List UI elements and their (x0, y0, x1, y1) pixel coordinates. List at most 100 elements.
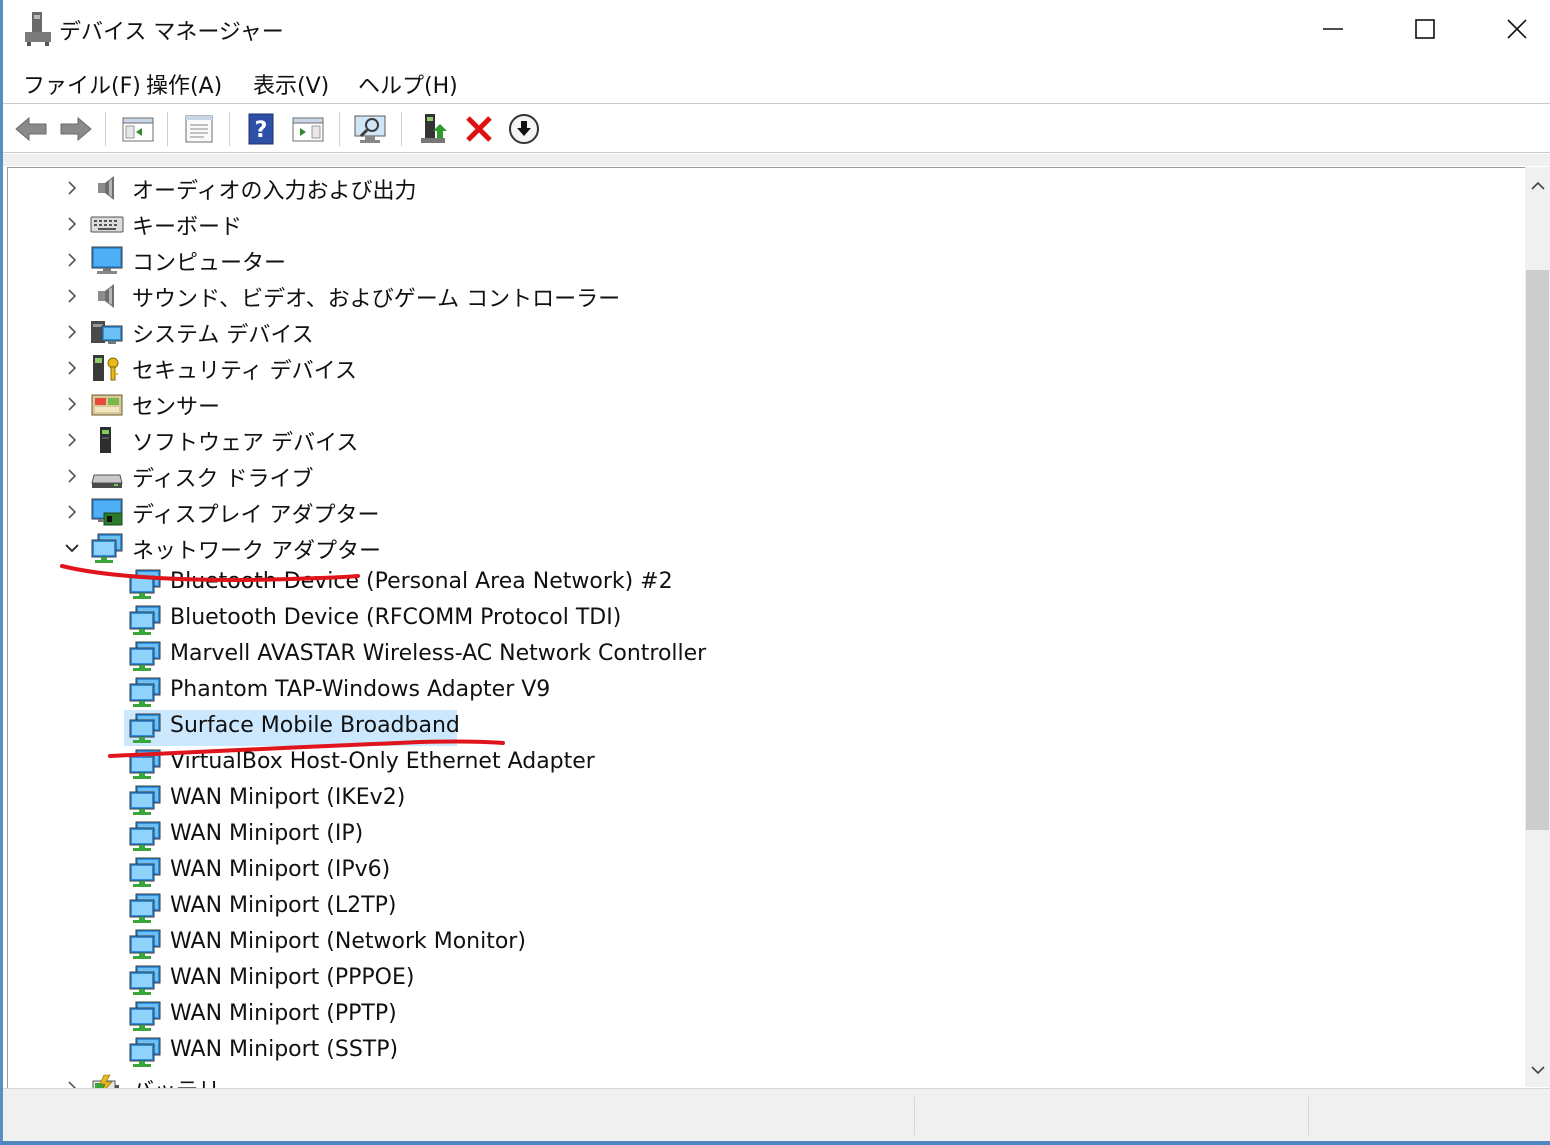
menu-action[interactable]: 操作(A) (146, 68, 222, 100)
tree-category[interactable]: サウンド、ビデオ、およびゲーム コントローラー (8, 278, 1508, 314)
tree-device[interactable]: WAN Miniport (PPPOE) (8, 962, 1508, 998)
sensor-icon (91, 394, 123, 416)
scroll-down-button[interactable] (1525, 1057, 1550, 1082)
properties-icon (185, 115, 213, 143)
close-button[interactable] (1471, 0, 1550, 58)
minimize-button[interactable] (1287, 0, 1379, 58)
tree-category-label: システム デバイス (132, 323, 314, 348)
network-adapter-icon (129, 713, 161, 743)
tree-device[interactable]: Bluetooth Device (Personal Area Network)… (8, 566, 1508, 602)
menu-file[interactable]: ファイル(F) (23, 68, 141, 100)
disable-device-button[interactable] (504, 109, 544, 149)
back-button[interactable] (11, 109, 51, 149)
tree-device[interactable]: WAN Miniport (SSTP) (8, 1034, 1508, 1070)
network-adapter-icon (129, 1001, 161, 1031)
maximize-button[interactable] (1379, 0, 1471, 58)
network-adapter-icon (129, 929, 161, 959)
tree-device-label: WAN Miniport (Network Monitor) (170, 929, 526, 954)
tree-device[interactable]: Marvell AVASTAR Wireless-AC Network Cont… (8, 638, 1508, 674)
tree-device-label: Marvell AVASTAR Wireless-AC Network Cont… (170, 641, 707, 666)
properties-button[interactable] (179, 109, 219, 149)
vertical-scrollbar[interactable] (1525, 167, 1550, 1087)
chevron-right-icon[interactable] (62, 322, 82, 342)
title-bar[interactable]: デバイス マネージャー (3, 0, 1550, 62)
display-adapter-icon (91, 498, 123, 526)
update-driver-icon (421, 114, 447, 143)
maximize-icon (1415, 19, 1435, 39)
chevron-right-icon[interactable] (62, 466, 82, 486)
tree-device-label: WAN Miniport (IKEv2) (170, 785, 406, 810)
device-tree[interactable]: オーディオの入力および出力キーボード コンピューター サウンド、ビデオ、およびゲーム… (7, 167, 1526, 1088)
forward-button[interactable] (56, 109, 96, 149)
tree-device-label: WAN Miniport (SSTP) (170, 1037, 399, 1062)
chevron-right-icon[interactable] (62, 358, 82, 378)
tree-device[interactable]: VirtualBox Host-Only Ethernet Adapter (8, 746, 1508, 782)
toolbar-separator (167, 112, 168, 146)
scrollbar-thumb[interactable] (1526, 270, 1549, 830)
network-adapter-icon (129, 785, 161, 815)
chevron-right-icon[interactable] (62, 214, 82, 234)
window-title: デバイス マネージャー (59, 20, 284, 45)
chevron-right-icon[interactable] (62, 1078, 82, 1088)
tree-device-label: VirtualBox Host-Only Ethernet Adapter (170, 749, 595, 774)
disk-drive-icon (91, 474, 123, 488)
scan-hardware-button[interactable] (351, 109, 391, 149)
tree-category[interactable]: ソフトウェア デバイス (8, 422, 1508, 458)
tree-category[interactable]: ディスプレイ アダプター (8, 494, 1508, 530)
chevron-right-icon[interactable] (62, 178, 82, 198)
tree-device[interactable]: WAN Miniport (Network Monitor) (8, 926, 1508, 962)
speaker-icon (98, 284, 114, 308)
chevron-down-icon[interactable] (62, 538, 82, 558)
tree-device[interactable]: WAN Miniport (L2TP) (8, 890, 1508, 926)
tree-category[interactable]: システム デバイス (8, 314, 1508, 350)
tree-category[interactable]: ネットワーク アダプター (8, 530, 1508, 566)
keyboard-icon (90, 216, 124, 233)
tree-category-label: ネットワーク アダプター (132, 539, 381, 564)
tree-category[interactable]: ディスク ドライブ (8, 458, 1508, 494)
tree-category[interactable]: キーボード (8, 206, 1508, 242)
chevron-right-icon[interactable] (62, 286, 82, 306)
delete-x-icon (466, 116, 492, 142)
window-border-left (0, 0, 3, 1145)
tree-device[interactable]: WAN Miniport (PPTP) (8, 998, 1508, 1034)
tree-category-label: キーボード (132, 215, 243, 240)
tree-category[interactable]: バッテリ (8, 1070, 1508, 1088)
battery-icon (92, 1074, 119, 1088)
tree-device[interactable]: WAN Miniport (IKEv2) (8, 782, 1508, 818)
svg-text:?: ? (255, 118, 268, 143)
chevron-right-icon[interactable] (62, 250, 82, 270)
tree-device-selected[interactable]: Surface Mobile Broadband (8, 710, 1508, 746)
tree-category-label: ディスク ドライブ (132, 467, 314, 492)
help-button[interactable]: ? (241, 109, 281, 149)
action-pane-button[interactable] (288, 109, 328, 149)
uninstall-device-button[interactable] (459, 109, 499, 149)
chevron-right-icon[interactable] (62, 430, 82, 450)
scroll-up-button[interactable] (1525, 173, 1550, 198)
device-manager-window: デバイス マネージャー ファイル(F) 操作(A) 表示(V) ヘルプ(H) ?… (0, 0, 1550, 1145)
chevron-right-icon[interactable] (62, 394, 82, 414)
chevron-right-icon[interactable] (62, 502, 82, 522)
tree-device[interactable]: WAN Miniport (IP) (8, 818, 1508, 854)
tree-category[interactable]: センサー (8, 386, 1508, 422)
network-adapter-icon (129, 605, 161, 635)
computer-icon (91, 246, 123, 274)
tree-device-label: WAN Miniport (L2TP) (170, 893, 397, 918)
status-bar (3, 1088, 1550, 1142)
toolbar-separator (229, 112, 230, 146)
network-adapter-icon (129, 1037, 161, 1067)
tree-category[interactable]: オーディオの入力および出力 (8, 170, 1508, 206)
menu-view[interactable]: 表示(V) (253, 68, 329, 100)
console-tree-icon (122, 117, 154, 142)
tree-category-label: ソフトウェア デバイス (132, 431, 359, 456)
tree-device[interactable]: Phantom TAP-Windows Adapter V9 (8, 674, 1508, 710)
action-pane-icon (292, 117, 324, 142)
tree-device-label: Surface Mobile Broadband (170, 713, 460, 738)
update-driver-button[interactable] (414, 109, 454, 149)
network-adapter-icon (129, 893, 161, 923)
console-tree-button[interactable] (118, 109, 158, 149)
menu-help[interactable]: ヘルプ(H) (358, 68, 458, 100)
tree-device[interactable]: Bluetooth Device (RFCOMM Protocol TDI) (8, 602, 1508, 638)
tree-category[interactable]: コンピューター (8, 242, 1508, 278)
tree-category[interactable]: セキュリティ デバイス (8, 350, 1508, 386)
tree-device[interactable]: WAN Miniport (IPv6) (8, 854, 1508, 890)
